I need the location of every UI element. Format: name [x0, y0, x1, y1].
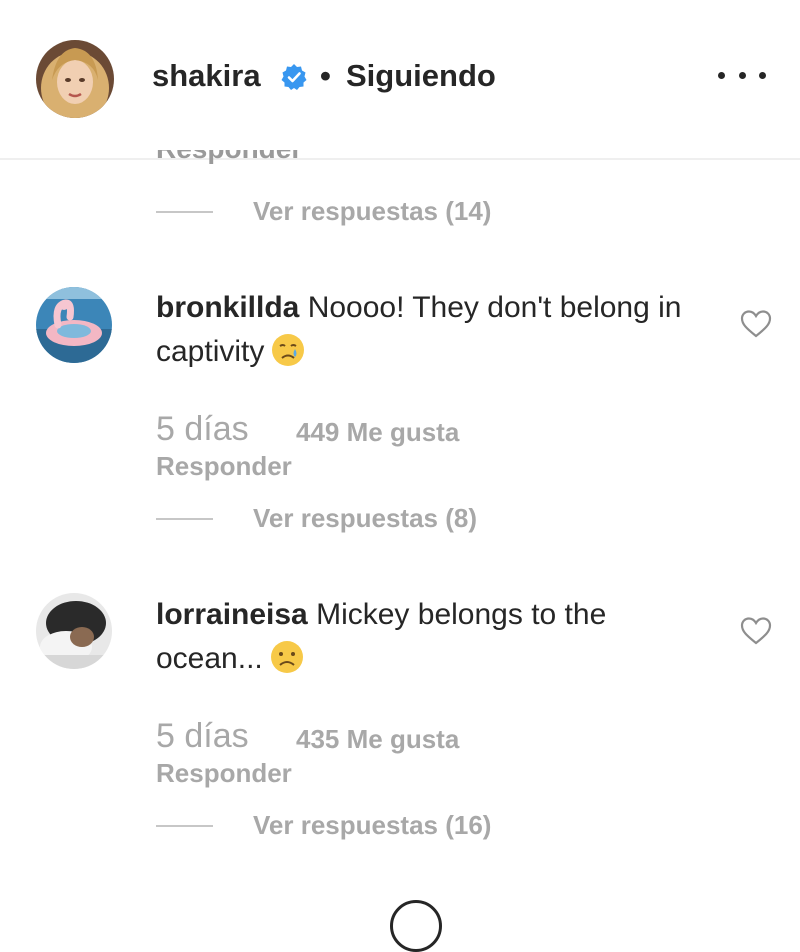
sad-face-icon — [270, 641, 303, 673]
post-header: shakira • Siguiendo — [0, 0, 800, 160]
replies-divider-line — [156, 825, 213, 827]
commenter-avatar[interactable] — [36, 593, 112, 669]
comment-username[interactable]: bronkillda — [156, 291, 299, 324]
replies-divider-line — [156, 211, 213, 213]
comment-username[interactable]: lorraineisa — [156, 598, 308, 631]
load-more-comments-icon[interactable] — [390, 900, 442, 952]
comment-likes[interactable]: 435 Me gusta — [296, 724, 459, 755]
more-options-icon[interactable] — [718, 55, 766, 95]
profile-avatar[interactable] — [36, 40, 114, 118]
separator-dot: • — [320, 58, 331, 93]
reply-button[interactable]: Responder — [156, 758, 292, 789]
commenter-avatar[interactable] — [36, 287, 112, 363]
view-replies-label: Ver respuestas (16) — [253, 810, 492, 840]
comment-body: bronkillda Noooo! They don't belong in c… — [156, 286, 696, 374]
comment-likes[interactable]: 449 Me gusta — [296, 417, 459, 448]
view-replies-label: Ver respuestas (14) — [253, 196, 492, 226]
reply-button[interactable]: Responder — [156, 451, 292, 482]
crying-face-icon — [272, 334, 305, 366]
replies-divider-line — [156, 518, 213, 520]
comment-body: lorraineisa Mickey belongs to the ocean.… — [156, 593, 696, 681]
comment-timestamp: 5 días — [156, 410, 249, 448]
like-heart-icon[interactable] — [740, 616, 772, 646]
comment-timestamp: 5 días — [156, 717, 249, 755]
verified-badge-icon — [281, 64, 307, 90]
view-replies-label: Ver respuestas (8) — [253, 503, 478, 533]
partial-reply-text: Responder — [156, 150, 302, 172]
username[interactable]: shakira — [152, 58, 261, 94]
following-button[interactable]: Siguiendo — [346, 58, 496, 94]
like-heart-icon[interactable] — [740, 309, 772, 339]
